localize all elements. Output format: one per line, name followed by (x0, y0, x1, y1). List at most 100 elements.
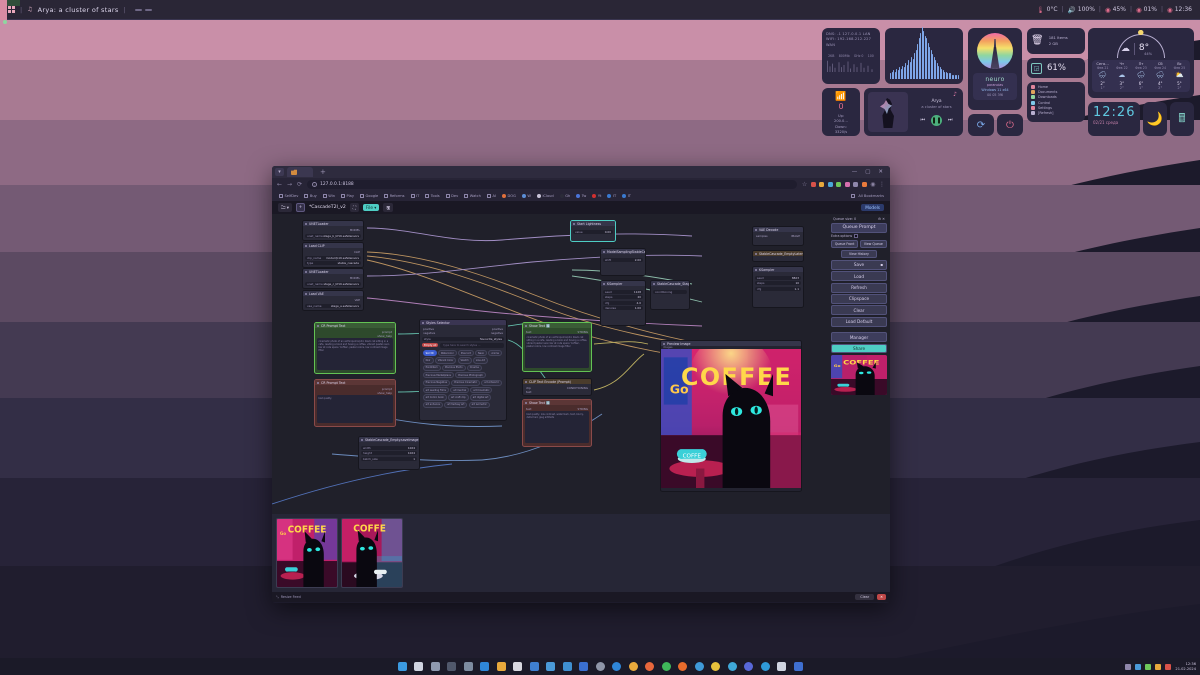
node-ksampler-1[interactable]: KSampler seed 1128 steps 20 cfg 4.0 denoise… (600, 280, 646, 326)
style-chip[interactable]: art Cinematic (470, 386, 493, 394)
tray-icon[interactable] (1145, 663, 1152, 670)
input-negative[interactable]: negative (423, 331, 435, 335)
node-cr-prompt-text-negative[interactable]: CR Prompt Text prompt show_help bad qual… (314, 379, 396, 427)
place-refresh[interactable]: [Refresh] (1031, 110, 1081, 115)
style-chip[interactable]: Noir (422, 357, 434, 364)
node-output-port[interactable]: MODEL (350, 228, 360, 232)
extension-icon[interactable] (819, 182, 825, 187)
styles-chip-list[interactable]: SAI 3D Watercolor Pixel Art Neon Anime Noir Vi… (422, 350, 504, 408)
bookmark-item[interactable]: IT (408, 194, 423, 198)
terminal-icon[interactable] (447, 662, 456, 671)
bookmark-item[interactable]: Reforms (381, 194, 407, 198)
bookmark-item[interactable]: Play (338, 194, 357, 198)
input-text[interactable]: text (526, 407, 532, 411)
next-icon[interactable]: ⏭ (948, 117, 953, 123)
chrome-beta-icon[interactable] (595, 662, 605, 671)
node-load-clip[interactable]: Load CLIP CLIP clip_name model.fp16.safet… (302, 242, 364, 268)
new-tab-button[interactable]: + (316, 168, 330, 176)
forecast-day[interactable]: Сего… Фев 21 🌧 2° 1° (1093, 62, 1112, 90)
extension-icon[interactable] (836, 182, 842, 187)
chrome-icon[interactable] (694, 662, 704, 671)
positive-prompt-text[interactable]: cinematic photo of an anthropomorphic bl… (317, 338, 393, 370)
style-chip[interactable]: art Artworld (481, 379, 502, 386)
vscode-icon[interactable] (480, 662, 489, 671)
negative-prompt-text[interactable]: bad quality, (317, 395, 393, 423)
node-output-port[interactable]: negative (491, 331, 503, 335)
style-chip[interactable]: art fantasy art (444, 401, 468, 408)
widget-row[interactable]: conditioning (653, 289, 687, 294)
refresh-button[interactable]: ⟳ (968, 114, 994, 136)
extension-icon[interactable] (810, 182, 816, 187)
output-string[interactable]: STRING (577, 330, 588, 334)
stat-temperature[interactable]: 🌡 0°C (1036, 6, 1057, 14)
style-chip[interactable]: Sketch (457, 357, 472, 364)
queue-front-button[interactable]: Queue Front (831, 240, 859, 249)
style-chip[interactable]: art Leading Films (422, 386, 450, 394)
reload-icon[interactable]: ⟳ (297, 181, 302, 188)
node-output-port[interactable]: show_help (377, 334, 392, 338)
bookmark-item[interactable]: Watch (461, 194, 484, 198)
mail-icon[interactable] (546, 662, 555, 671)
stat-cpu[interactable]: ◉ 45% (1105, 6, 1126, 14)
tray-icon[interactable] (1135, 663, 1142, 670)
bookmark-item[interactable]: Gh (557, 194, 574, 198)
check-icon[interactable] (777, 662, 786, 671)
style-chip[interactable]: Anime (488, 350, 503, 357)
widget-row[interactable]: batch_size 1 (361, 456, 417, 461)
stat-volume[interactable]: 🔊 100% (1068, 6, 1095, 14)
spotify-icon[interactable] (661, 662, 671, 671)
bookmark-item[interactable]: Tw (573, 194, 589, 198)
bookmark-item[interactable]: DOG (499, 194, 519, 198)
save-icon[interactable]: 🖫 (383, 203, 394, 212)
forward-icon[interactable]: → (287, 181, 292, 188)
resize-feed-button[interactable]: ⤡ Resize Feed (276, 595, 301, 599)
discord-icon[interactable] (744, 662, 753, 671)
style-chip[interactable]: Precious Photograph (455, 372, 486, 379)
prev-icon[interactable]: ⏮ (920, 117, 925, 123)
taskview-icon[interactable] (430, 662, 440, 671)
widget-row[interactable]: width 1024 (361, 445, 417, 450)
store-icon[interactable] (513, 662, 522, 671)
style-chip[interactable]: Watercolor (437, 350, 457, 357)
style-chip[interactable]: art craft clip (447, 394, 469, 401)
place-home[interactable]: Home (1031, 85, 1081, 89)
load-button[interactable]: Load (831, 271, 887, 282)
bookmark-item[interactable]: Google (357, 194, 381, 198)
style-chip[interactable]: Pixel Art (457, 350, 474, 357)
widget-row[interactable]: value 0.00 (573, 229, 613, 234)
extra-options-row[interactable]: Extra options (831, 234, 887, 239)
bookmark-item[interactable]: SelfDev (276, 194, 301, 198)
bookmark-item[interactable]: Dev (443, 194, 462, 198)
settings-icon[interactable] (562, 662, 572, 671)
place-documents[interactable]: Documents (1031, 90, 1081, 95)
widget-style[interactable]: style favourite_styles (422, 336, 504, 341)
explorer-icon[interactable] (496, 662, 506, 671)
telegram-icon[interactable] (727, 662, 737, 671)
style-chip[interactable]: Precious Cinematic (451, 379, 481, 386)
models-button[interactable]: Models (861, 204, 884, 211)
node-preview-image[interactable]: Preview Image images COFFEE Go COFFE (660, 340, 802, 492)
load-default-button[interactable]: Load Default (831, 316, 887, 327)
extra-options-checkbox[interactable] (854, 234, 859, 239)
bookmark-item[interactable]: Win (320, 194, 338, 198)
manager-button[interactable]: Manager (831, 332, 887, 342)
bookmark-item[interactable]: IT (604, 194, 619, 198)
edge-icon[interactable] (612, 662, 621, 671)
bookmark-item[interactable]: IT (619, 194, 634, 198)
trash-widget[interactable]: 🗑 181 Items 2 GB (1027, 28, 1085, 54)
forecast-day[interactable]: Сб Фев 24 🌨 4° 2° (1151, 62, 1170, 90)
node-stablecascade-stagec[interactable]: StableCascade_EmptyLatentImage (752, 250, 804, 262)
power-button[interactable]: ⏻ (997, 114, 1023, 136)
save-dropdown-icon[interactable]: ▪ (880, 262, 883, 267)
empty-all-button[interactable]: Empty All (422, 342, 439, 348)
calculator-widget[interactable]: 🖩 (1170, 102, 1194, 136)
widget-clip-name[interactable]: clip_name model.fp16.safetensors (305, 255, 361, 260)
node-sam-lightness[interactable]: Start Lightness value 0.00 (570, 220, 616, 242)
address-bar[interactable]: i 127.0.0.1:8188 (307, 180, 797, 189)
layout-icon[interactable]: ⛶ (349, 203, 359, 212)
style-chip[interactable]: SAI 3D (422, 350, 437, 357)
brave-icon[interactable] (645, 662, 654, 671)
node-output-port[interactable]: CLIP (354, 250, 360, 254)
feed-close-button[interactable]: ✕ (877, 594, 886, 600)
place-settings[interactable]: Settings (1031, 105, 1081, 110)
